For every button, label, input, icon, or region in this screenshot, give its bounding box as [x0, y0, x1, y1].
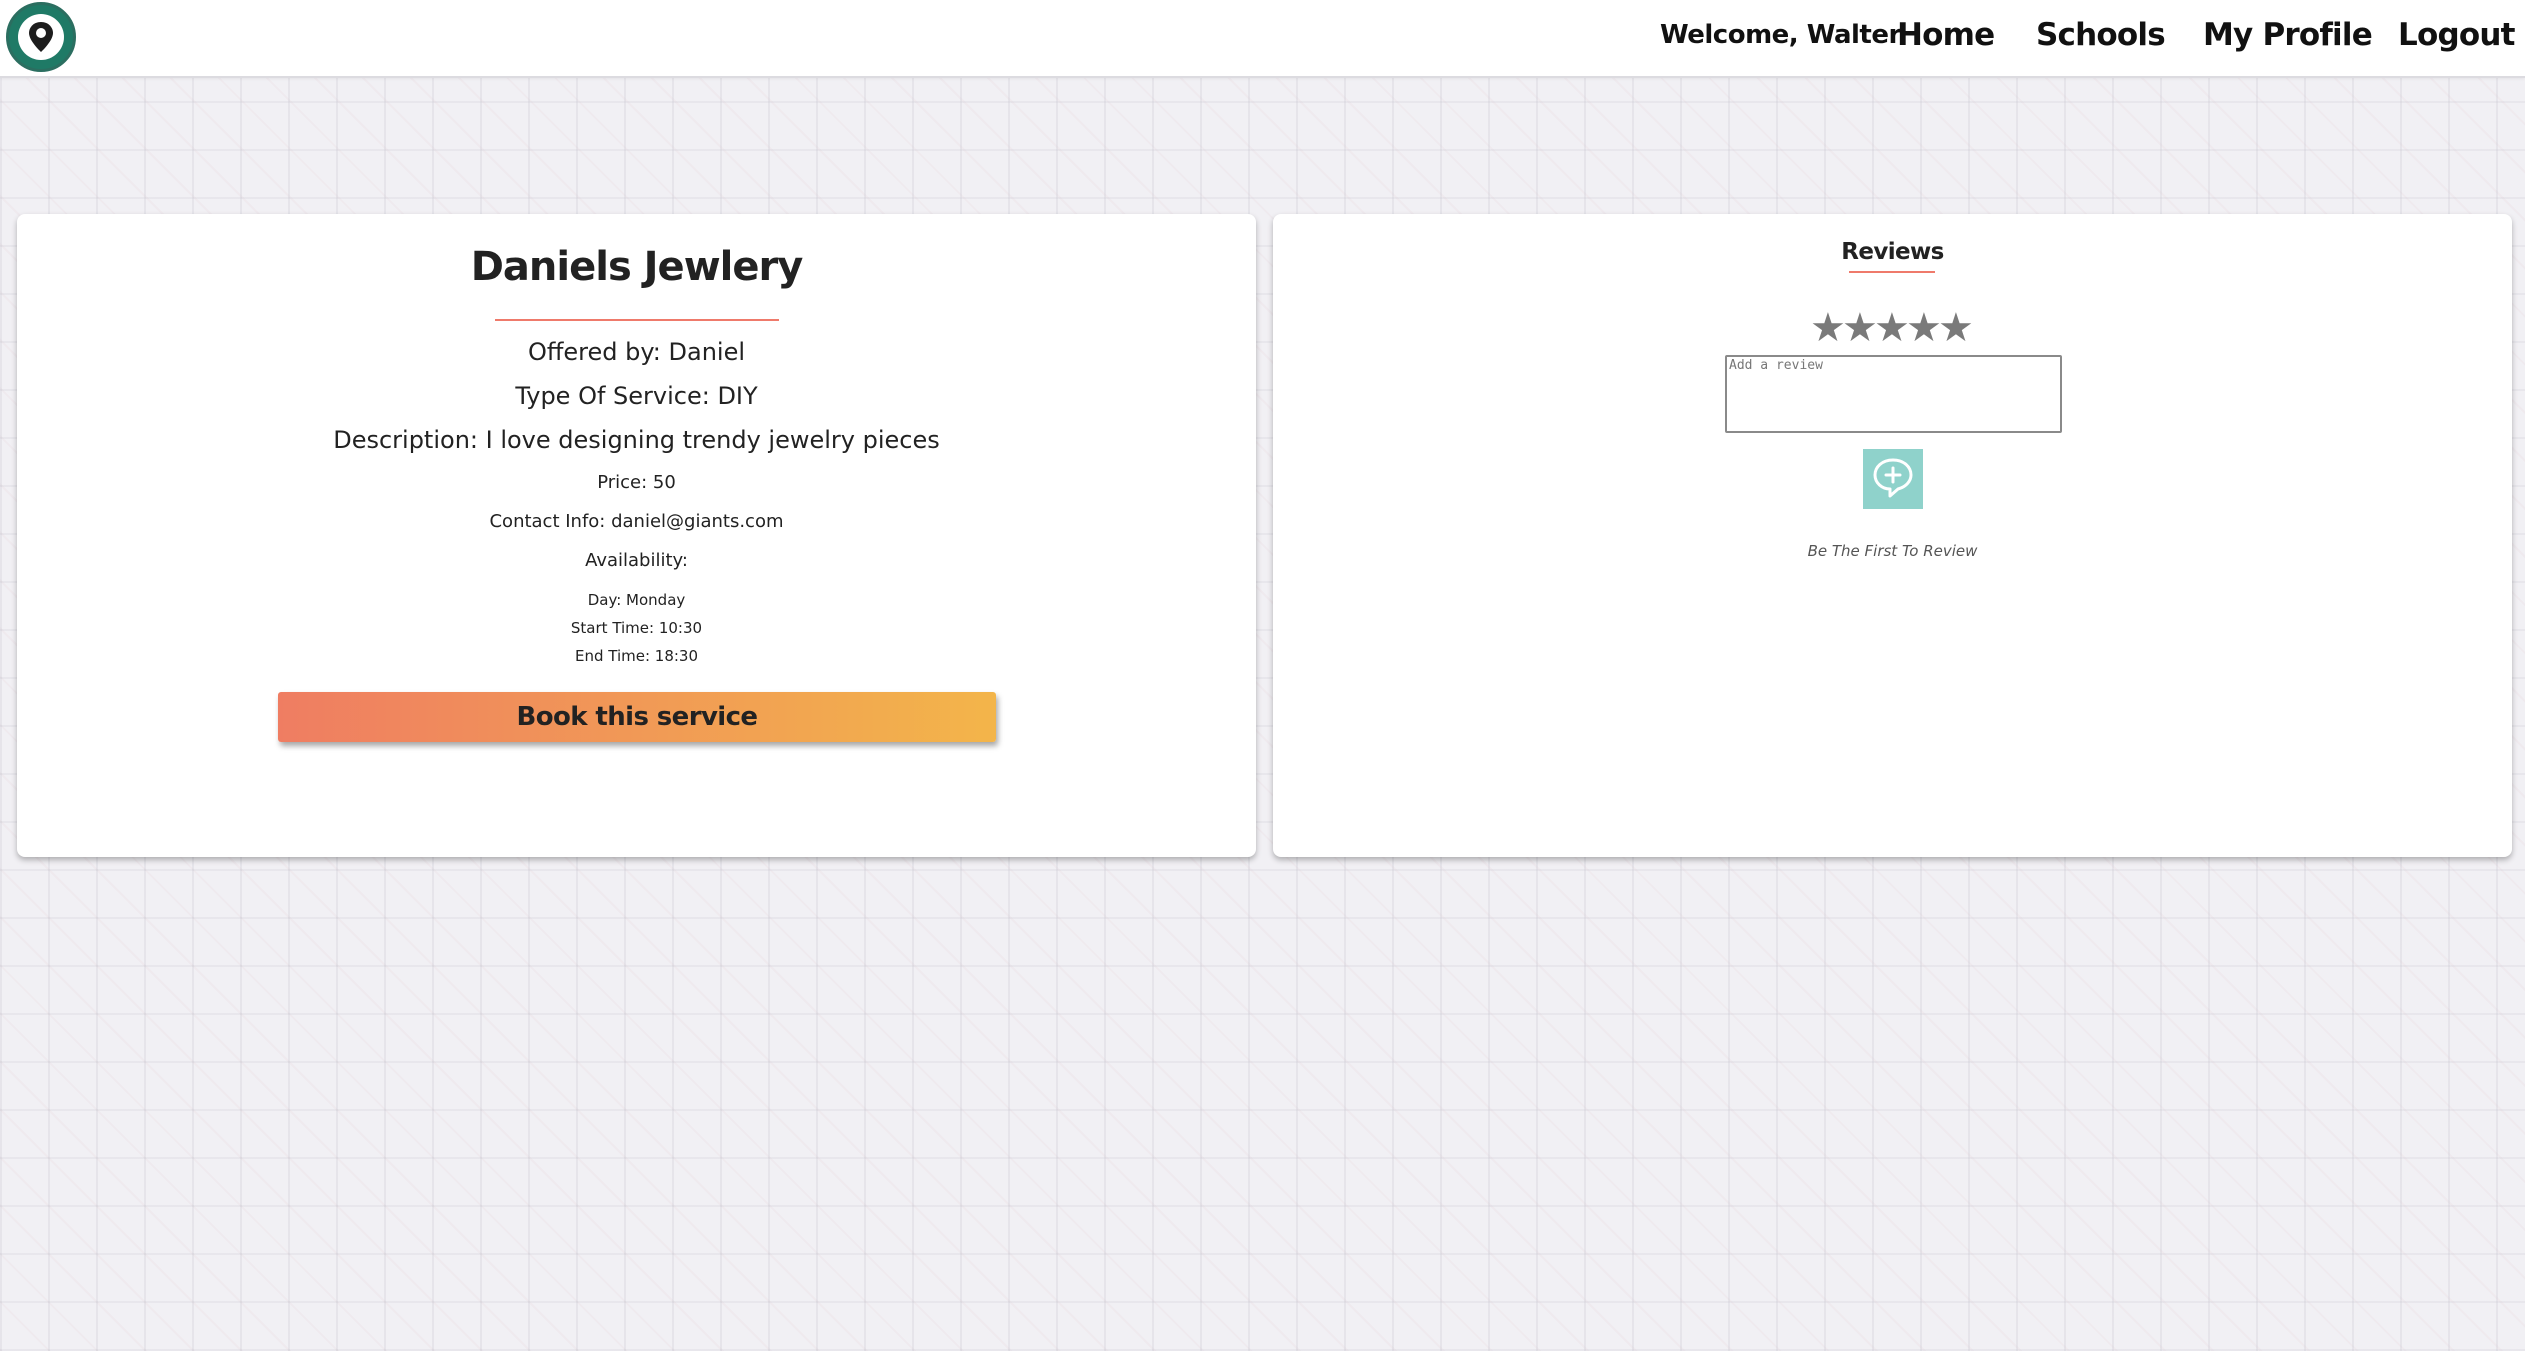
- service-type-text: Type Of Service: DIY: [515, 382, 758, 410]
- add-comment-icon: [1869, 454, 1917, 505]
- reviews-card: Reviews ★ ★ ★ ★ ★ Be The First To Review: [1273, 214, 2512, 857]
- book-service-button[interactable]: Book this service: [278, 692, 996, 742]
- site-logo[interactable]: [6, 2, 76, 72]
- availability-end-time: End Time: 18:30: [574, 647, 699, 665]
- map-pin-icon: [18, 14, 64, 60]
- nav-my-profile-link[interactable]: My Profile: [2203, 17, 2373, 53]
- review-textarea[interactable]: [1725, 355, 2062, 433]
- availability-day: Day: Monday: [587, 591, 686, 609]
- star-icon[interactable]: ★: [1810, 306, 1846, 350]
- empty-reviews-text: Be The First To Review: [1807, 542, 1978, 560]
- service-details-card: Daniels Jewlery Offered by: Daniel Type …: [17, 214, 1256, 857]
- welcome-text: Welcome, Walter: [1660, 20, 1901, 50]
- reviews-divider: [1849, 271, 1935, 273]
- price-text: Price: 50: [597, 472, 676, 493]
- star-icon[interactable]: ★: [1842, 306, 1878, 350]
- offered-by-text: Offered by: Daniel: [527, 338, 746, 366]
- star-icon[interactable]: ★: [1874, 306, 1910, 350]
- add-review-button[interactable]: [1863, 449, 1923, 509]
- nav-schools-link[interactable]: Schools: [2036, 17, 2166, 53]
- star-icon[interactable]: ★: [1938, 306, 1974, 350]
- service-description-text: Description: I love designing trendy jew…: [333, 426, 940, 454]
- star-icon[interactable]: ★: [1906, 306, 1942, 350]
- availability-start-time: Start Time: 10:30: [570, 619, 703, 637]
- contact-info-text: Contact Info: daniel@giants.com: [489, 511, 784, 532]
- reviews-title: Reviews: [1841, 239, 1944, 265]
- title-divider: [495, 319, 779, 321]
- nav-home-link[interactable]: Home: [1897, 17, 1995, 53]
- star-rating[interactable]: ★ ★ ★ ★ ★: [1810, 306, 1974, 350]
- service-title: Daniels Jewlery: [470, 244, 804, 290]
- availability-label: Availability:: [585, 550, 688, 571]
- nav-logout-link[interactable]: Logout: [2398, 17, 2515, 53]
- top-navbar: Welcome, Walter Home Schools My Profile …: [0, 0, 2525, 78]
